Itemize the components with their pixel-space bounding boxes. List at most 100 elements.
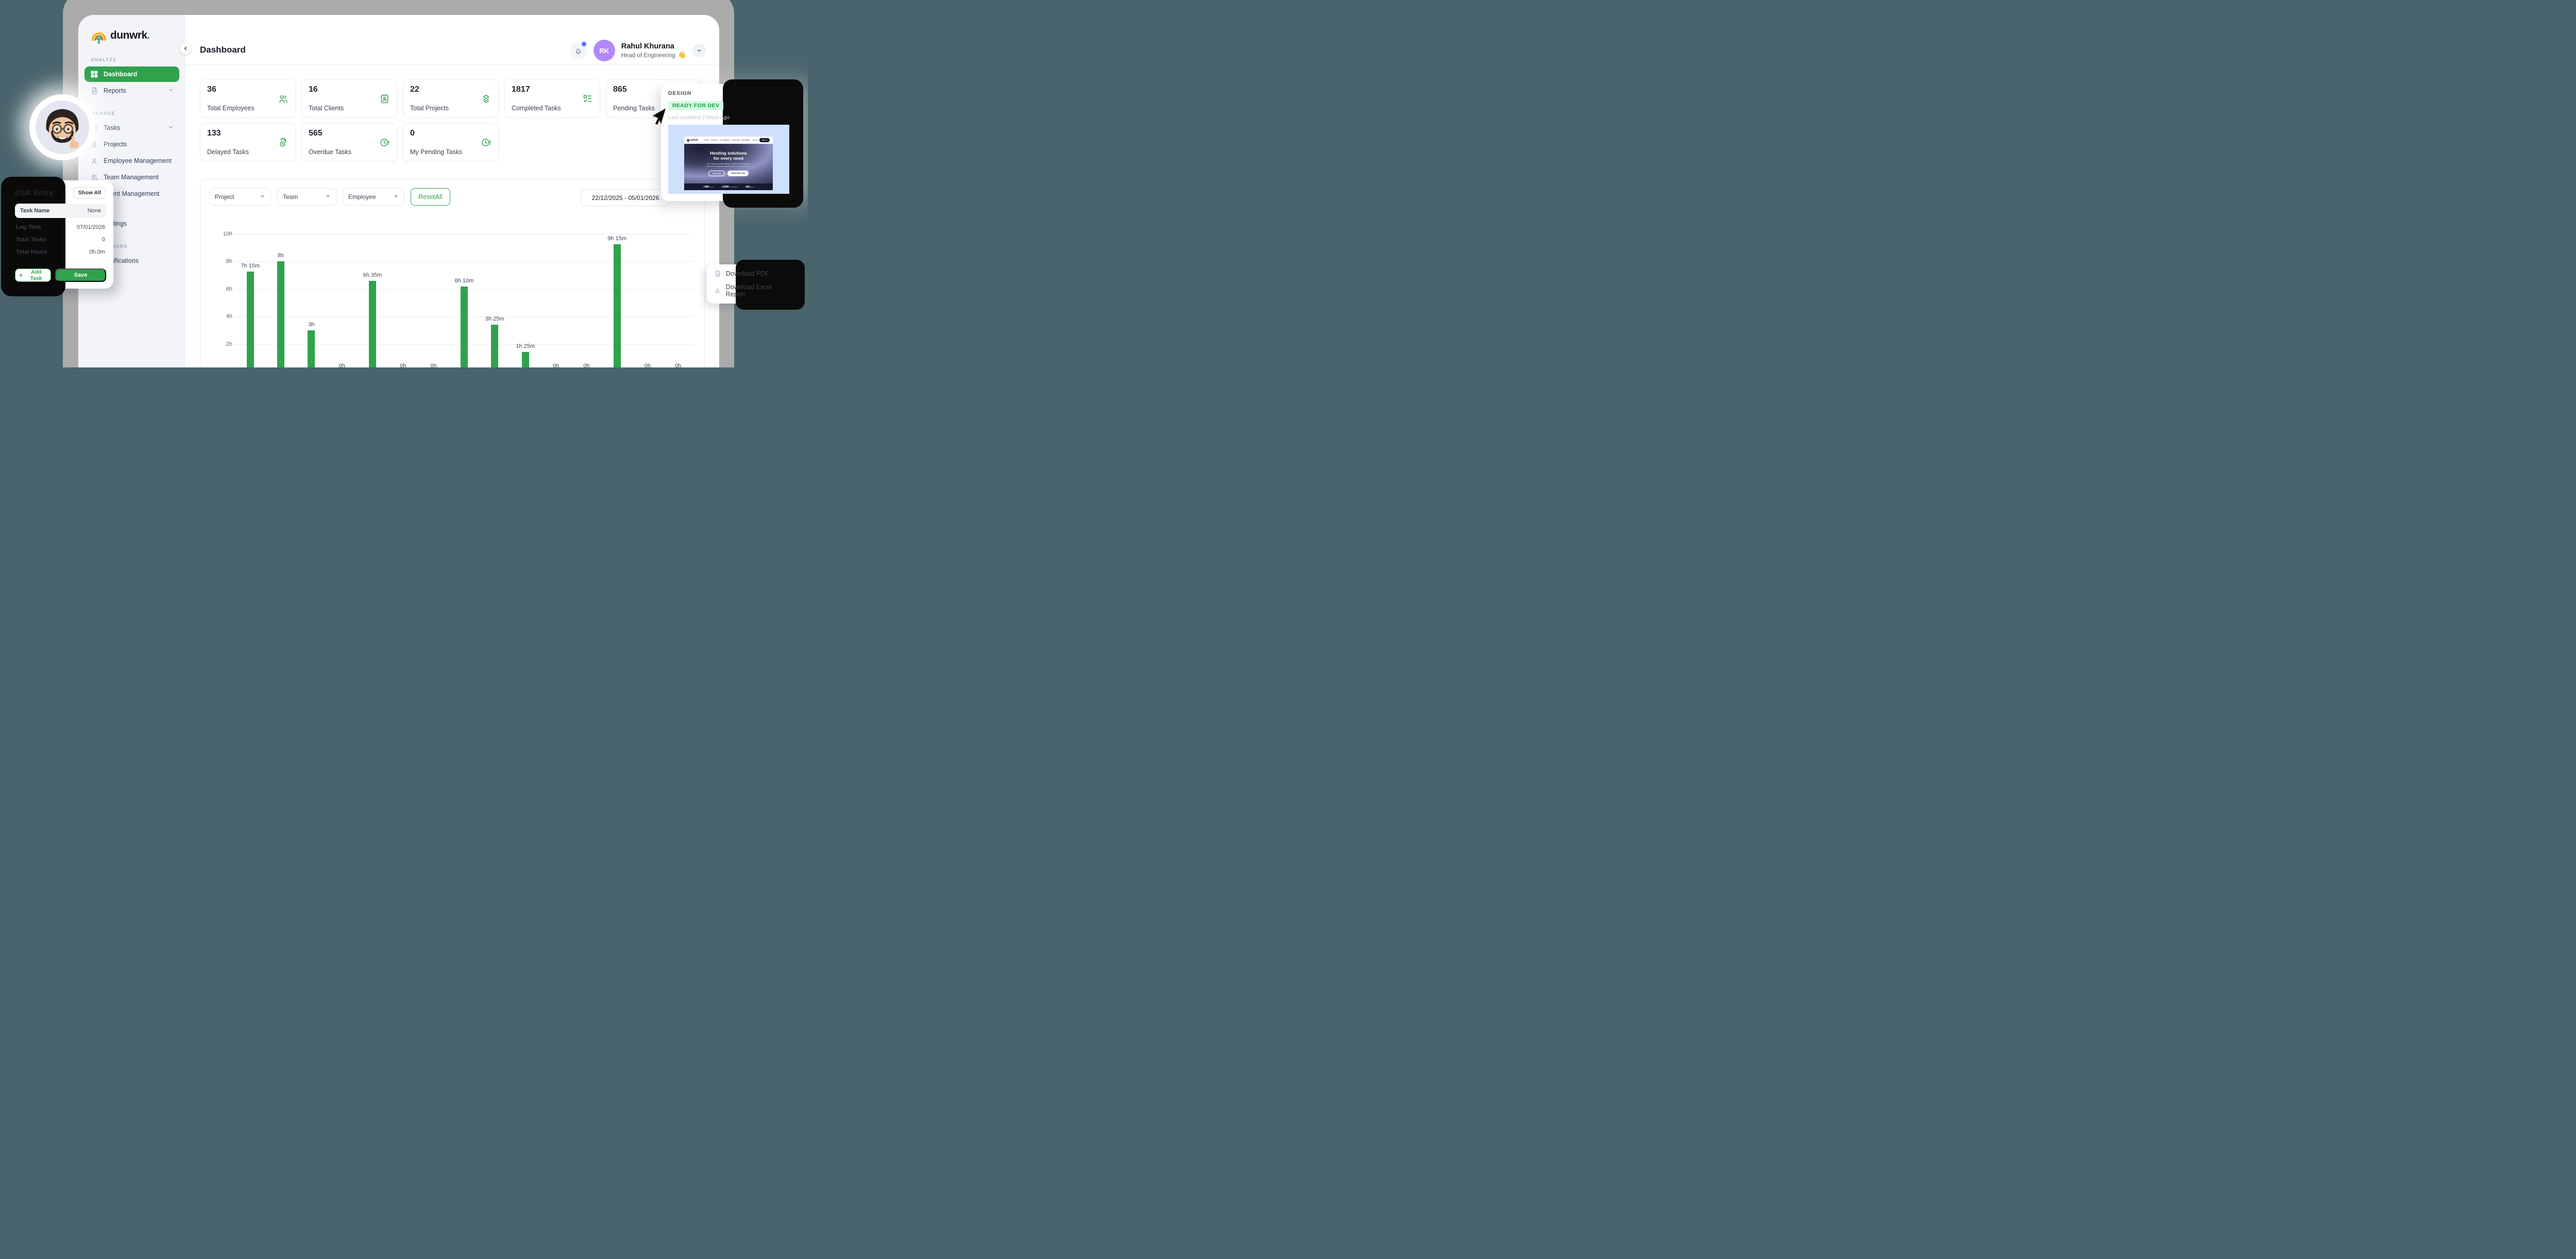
bar-value-label: 0h bbox=[416, 363, 452, 367]
chevron-down-icon bbox=[168, 124, 174, 131]
logo-icon bbox=[90, 26, 108, 45]
stat-value: 36 bbox=[207, 85, 289, 94]
site-stat: 910good bbox=[745, 186, 754, 189]
user-role: Head of Engineering 👋 bbox=[621, 51, 686, 59]
main-header: Dashboard RK Rahul Khurana Head of Engin… bbox=[185, 15, 719, 65]
stat-card-total-projects[interactable]: 22Total Projects bbox=[403, 79, 499, 117]
gridline bbox=[235, 261, 693, 262]
filter-employee[interactable]: Employee bbox=[343, 188, 404, 206]
download-excel-report-menu-item[interactable]: Download Excel Report bbox=[714, 283, 791, 298]
design-thumbnail[interactable]: Luhost HomeFeaturesOur DifferentSubscrib… bbox=[668, 125, 789, 194]
menu-item-label: Download Excel Report bbox=[726, 283, 791, 298]
dsr-row: Log Time07/01/2026 bbox=[15, 224, 106, 230]
stat-value: 16 bbox=[309, 85, 390, 94]
sidebar-section-label: MANAGE bbox=[91, 111, 185, 116]
download-pdf-menu-item[interactable]: Download PDF bbox=[714, 270, 791, 277]
y-axis-label: 8h bbox=[212, 258, 232, 264]
dsr-row-key: Total Hours bbox=[16, 249, 47, 255]
site-navbar: Luhost HomeFeaturesOur DifferentSubscrib… bbox=[684, 137, 773, 144]
sidebar-item-reports[interactable]: Reports bbox=[84, 83, 179, 98]
bar-2025-12-23[interactable] bbox=[277, 261, 284, 367]
bar-2025-12-29[interactable] bbox=[461, 287, 468, 367]
sidebar-collapse-button[interactable] bbox=[180, 43, 191, 54]
users2-icon bbox=[278, 93, 289, 104]
bar-2025-12-31[interactable] bbox=[522, 352, 529, 367]
dsr-entry-card: DSR Entry Show All Task NameNoneLog Time… bbox=[8, 180, 113, 289]
mouse-cursor bbox=[649, 107, 667, 127]
report-icon bbox=[90, 87, 98, 95]
bar-value-label: 6h 35m bbox=[354, 272, 391, 278]
filter-project[interactable]: Project bbox=[209, 188, 271, 206]
stat-label: Total Clients bbox=[309, 105, 344, 112]
chevron-down-icon bbox=[393, 193, 399, 200]
checklist-icon bbox=[582, 93, 593, 104]
design-popup: DESIGN READY FOR DEV Last Updated 2 Days… bbox=[661, 84, 796, 201]
stat-value: 22 bbox=[410, 85, 492, 94]
sidebar-item-tasks[interactable]: Tasks bbox=[84, 120, 179, 136]
sidebar-item-label: Reports bbox=[104, 87, 126, 94]
bar-2025-12-24[interactable] bbox=[308, 330, 315, 367]
filter-bar: Project Team Employee ResetAll bbox=[209, 188, 450, 206]
notifications-bell-button[interactable] bbox=[570, 42, 587, 59]
user-menu-chevron[interactable] bbox=[692, 44, 706, 57]
save-button[interactable]: Save bbox=[55, 268, 106, 282]
site-stat: +1000subscribed bbox=[722, 186, 738, 189]
reset-all-button[interactable]: ResetAll bbox=[411, 188, 450, 206]
menu-item-label: Download PDF bbox=[726, 270, 769, 277]
stat-value: 565 bbox=[309, 129, 390, 138]
bar-2026-01-03[interactable] bbox=[614, 244, 621, 367]
site-nav-link: Subscribe bbox=[732, 139, 739, 141]
sidebar-item-projects[interactable]: Projects bbox=[84, 137, 179, 152]
hours-bar-chart: 0h2h4h6h8h10h7h 15m2025-12-228h3h2025-12… bbox=[235, 234, 693, 367]
dsr-row: Task NameNone bbox=[15, 204, 106, 218]
sidebar-item-dashboard[interactable]: Dashboard bbox=[84, 66, 179, 82]
chart-panel: Project Team Employee ResetAll 22/12/202… bbox=[200, 179, 705, 367]
add-task-button[interactable]: Add Task bbox=[15, 268, 51, 282]
page-backdrop: dunwrk. ANALYZEDashboardReportsMANAGETas… bbox=[0, 0, 808, 367]
clockalert-icon bbox=[481, 137, 492, 148]
sidebar-item-employee-management[interactable]: Employee Management bbox=[84, 153, 179, 169]
bar-value-label: 9h 15m bbox=[599, 236, 635, 242]
site-stats-bar: +900users+1000subscribed910good bbox=[684, 183, 773, 190]
sidebar-item-label: Dashboard bbox=[104, 71, 137, 78]
logo-text: dunwrk. bbox=[110, 29, 150, 42]
bar-2025-12-22[interactable] bbox=[247, 272, 254, 367]
stat-card-total-clients[interactable]: 16 Total Clients bbox=[301, 79, 397, 117]
y-axis-label: 2h bbox=[212, 341, 232, 347]
user-avatar[interactable]: RK bbox=[594, 40, 615, 61]
dsr-row-key: Log Time bbox=[16, 224, 41, 230]
y-axis-label: 6h bbox=[212, 286, 232, 292]
app-window: dunwrk. ANALYZEDashboardReportsMANAGETas… bbox=[78, 15, 719, 367]
sidebar-item-label: Tasks bbox=[104, 124, 120, 131]
bar-value-label: 3h 25m bbox=[477, 316, 513, 322]
idcard-icon bbox=[379, 93, 390, 104]
bar-value-label: 0h bbox=[324, 363, 360, 367]
stat-value: 1817 bbox=[512, 85, 593, 94]
sidebar-item-label: Projects bbox=[104, 141, 127, 148]
chevron-down-icon bbox=[168, 87, 174, 94]
date-range-field[interactable]: 22/12/2025 - 05/01/2026 bbox=[581, 189, 670, 206]
bar-2025-12-26[interactable] bbox=[369, 281, 376, 367]
stat-label: Completed Tasks bbox=[512, 105, 561, 112]
dsr-row: Total Tasks0 bbox=[15, 237, 106, 243]
fileclock-icon bbox=[278, 137, 289, 148]
bar-value-label: 1h 25m bbox=[507, 343, 544, 349]
layers-icon bbox=[481, 93, 492, 104]
stat-value: 133 bbox=[207, 129, 289, 138]
popup-tag: DESIGN bbox=[668, 90, 789, 96]
bar-2025-12-30[interactable] bbox=[491, 325, 498, 367]
site-nav-link: Features bbox=[711, 139, 718, 141]
stat-card-delayed-tasks[interactable]: 133Delayed Tasks bbox=[200, 123, 296, 161]
stat-card-total-employees[interactable]: 36Total Employees bbox=[200, 79, 296, 117]
stat-card-completed-tasks[interactable]: 1817 Completed Tasks bbox=[504, 79, 600, 117]
bar-value-label: 7h 15m bbox=[232, 263, 268, 269]
plus-icon bbox=[19, 273, 23, 278]
site-hero: Hosting solutionsfor every need web host… bbox=[684, 144, 773, 183]
filter-team[interactable]: Team bbox=[277, 188, 336, 206]
show-all-button[interactable]: Show All bbox=[73, 187, 106, 198]
file-icon bbox=[714, 270, 721, 277]
sidebar-item-label: Employee Management bbox=[104, 157, 172, 164]
site-nav-link: Newsletter bbox=[742, 139, 750, 141]
stat-card-overdue-tasks[interactable]: 565Overdue Tasks bbox=[301, 123, 397, 161]
stat-card-my-pending-tasks[interactable]: 0My Pending Tasks bbox=[403, 123, 499, 161]
